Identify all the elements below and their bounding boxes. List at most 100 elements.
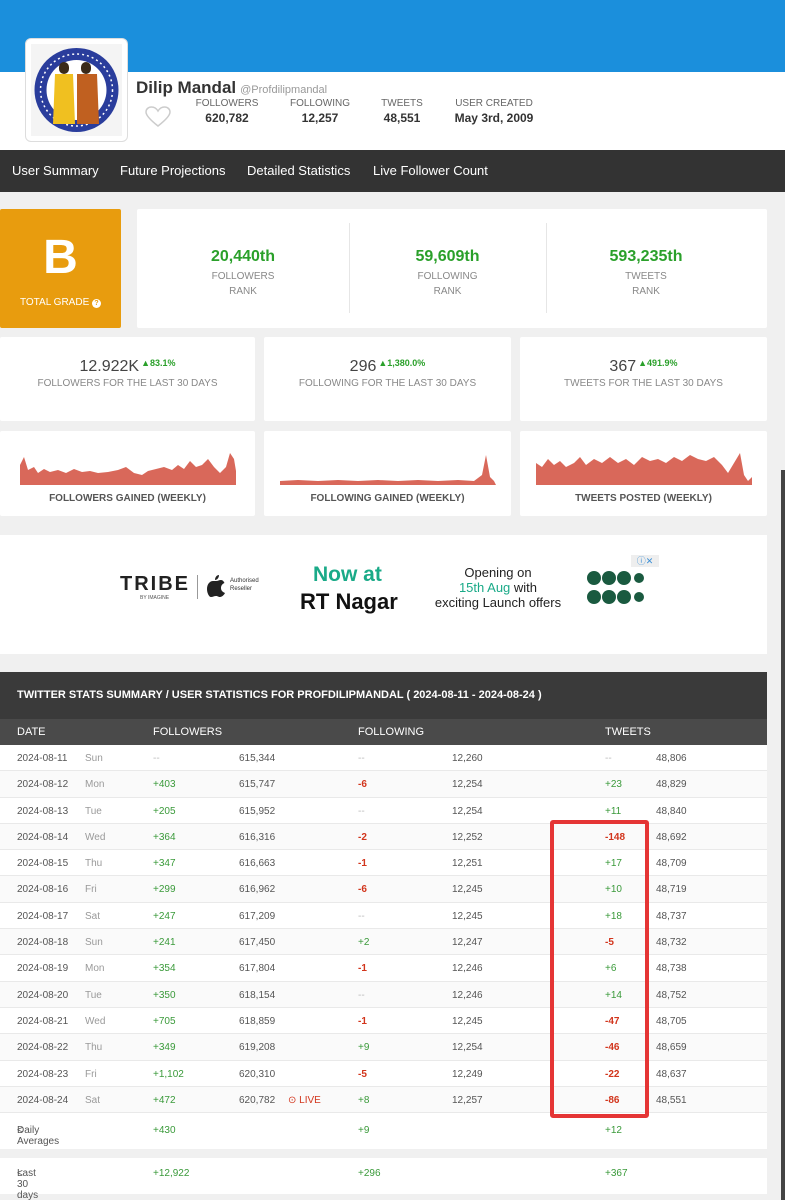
sparkline-label: FOLLOWING GAINED (WEEKLY) — [310, 493, 465, 504]
total-number: 367 — [609, 358, 637, 375]
cell-following-delta: -1 — [358, 963, 367, 975]
cell-followers-value: 615,952 — [239, 805, 276, 817]
live-label: LIVE — [299, 1094, 321, 1106]
stat-label: USER CREATED — [455, 98, 533, 109]
cell-followers-delta: +403 — [153, 779, 176, 791]
cell-tweets-value: 48,719 — [656, 884, 687, 896]
cell-day: Thu — [85, 1042, 103, 1054]
cell-following-delta: -1 — [358, 858, 367, 870]
cell-day: Fri — [85, 1068, 97, 1080]
ad-close-icon[interactable]: ⓘ✕ — [631, 555, 659, 567]
cell-date: 2024-08-23 — [17, 1068, 69, 1080]
cell-following-value: 12,246 — [452, 989, 483, 1001]
scrollbar[interactable] — [781, 470, 785, 1200]
stat-label: FOLLOWERS — [195, 98, 259, 109]
cell-followers-delta: +247 — [153, 910, 176, 922]
rank-label: TWEETS RANK — [546, 269, 746, 299]
ad-opening-with: with — [513, 580, 538, 595]
table-body: 2024-08-11 Sun -- 615,344 -- 12,260 -- 48,806 20… — [0, 745, 767, 1114]
cell-date: 2024-08-19 — [17, 963, 69, 975]
cell-tweets-value: 48,738 — [656, 963, 687, 975]
cell-followers-value: 619,208 — [239, 1042, 276, 1054]
cell-followers-value: 617,450 — [239, 937, 276, 949]
cell-day: Mon — [85, 963, 105, 975]
cell-date: 2024-08-24 — [17, 1094, 69, 1106]
rank-label-line1: FOLLOWING — [417, 271, 478, 282]
help-icon[interactable]: ? — [92, 299, 102, 308]
stat-tweets: TWEETS 48,551 — [375, 98, 429, 125]
cell-followers-delta: +241 — [153, 937, 176, 949]
heart-icon[interactable] — [145, 106, 171, 128]
followers-30d-card: 12.922K ▲83.1% FOLLOWERS FOR THE LAST 30 … — [0, 337, 255, 421]
daily-averages-row: Daily Averages < +430 +9 +12 — [0, 1113, 767, 1149]
advertisement-banner[interactable]: TRIBE BY IMAGINE Authorised Reseller Now … — [0, 535, 767, 654]
avatar — [25, 38, 128, 142]
avatar-image — [31, 44, 122, 136]
sparkline-chart — [19, 453, 236, 485]
cell-day: Sun — [85, 753, 103, 764]
total-pct: ▲1,380.0% — [378, 358, 426, 368]
cell-tweets-value: 48,752 — [656, 989, 687, 1001]
grade-label-text: TOTAL GRADE — [19, 297, 90, 308]
nav-future-projections[interactable]: Future Projections — [120, 163, 226, 178]
ad-opening-offers: exciting Launch offers — [434, 595, 562, 610]
total-number: 12.922K — [79, 358, 140, 375]
nav-user-summary[interactable]: User Summary — [12, 163, 99, 178]
table-header: DATE FOLLOWERS FOLLOWING TWEETS — [0, 719, 767, 745]
cell-followers-value: 620,782 — [239, 1094, 276, 1106]
table-row: 2024-08-11 Sun -- 615,344 -- 12,260 -- 48,806 — [0, 745, 767, 772]
stat-value: 12,257 — [301, 111, 339, 125]
cell-day: Mon — [85, 779, 105, 791]
live-badge[interactable]: ⊙ LIVE — [288, 1095, 321, 1106]
rank-label-line1: FOLLOWERS — [211, 271, 275, 282]
cell-following-delta: -6 — [358, 884, 367, 896]
cell-following-delta: +8 — [358, 1094, 370, 1106]
cell-followers-delta: +705 — [153, 1015, 176, 1027]
apple-logo-icon — [207, 575, 225, 597]
cell-following-delta: -- — [358, 989, 365, 1001]
cell-followers-delta: +347 — [153, 858, 176, 870]
table-row: 2024-08-21 Wed +705 618,859 -1 12,245 -47 48,70… — [0, 1008, 767, 1035]
total-label: FOLLOWING FOR THE LAST 30 DAYS — [298, 378, 477, 389]
total-pct: ▲491.9% — [638, 358, 678, 368]
cell-following-value: 12,252 — [452, 831, 483, 843]
followers-gained-sparkline: FOLLOWERS GAINED (WEEKLY) — [0, 431, 255, 516]
rank-label: FOLLOWING RANK — [349, 269, 546, 299]
cell-tweets-value: 48,637 — [656, 1068, 687, 1080]
cell-followers-value: 617,804 — [239, 963, 276, 975]
rank-followers: 20,440th FOLLOWERS RANK — [137, 209, 349, 328]
cell-date: 2024-08-17 — [17, 910, 69, 922]
total-grade-card: B TOTAL GRADE ? — [0, 209, 121, 328]
cell-followers-value: 615,344 — [239, 753, 276, 764]
cell-following-value: 12,246 — [452, 963, 483, 975]
cell-following-delta: +9 — [358, 1042, 370, 1054]
daily-following: +9 — [358, 1125, 370, 1136]
clock-icon: ⊙ — [288, 1094, 300, 1106]
cell-followers-value: 618,859 — [239, 1015, 276, 1027]
cell-date: 2024-08-12 — [17, 779, 69, 791]
total-value: 296 ▲1,380.0% — [264, 358, 511, 376]
stat-value: 620,782 — [205, 111, 249, 125]
cell-followers-delta: +1,102 — [153, 1068, 184, 1080]
nav-live-follower-count[interactable]: Live Follower Count — [373, 163, 488, 178]
cell-following-value: 12,245 — [452, 910, 483, 922]
table-row: 2024-08-14 Wed +364 616,316 -2 12,252 -148 48,6… — [0, 823, 767, 851]
nav-detailed-statistics[interactable]: Detailed Statistics — [247, 163, 350, 178]
cell-tweets-value: 48,659 — [656, 1042, 687, 1054]
ad-headline-1: Now at — [313, 563, 382, 586]
table-row: 2024-08-18 Sun +241 617,450 +2 12,247 -5 48,732 — [0, 929, 767, 956]
cell-following-delta: -5 — [358, 1068, 367, 1080]
cell-following-value: 12,254 — [452, 779, 483, 791]
stat-value: May 3rd, 2009 — [454, 111, 534, 125]
share-icon[interactable]: < — [17, 1168, 23, 1179]
last30-tweets: +367 — [605, 1168, 628, 1179]
last-30-days-row: Last 30 days < +12,922 +296 +367 — [0, 1158, 767, 1200]
cell-followers-value: 616,316 — [239, 831, 276, 843]
table-row: 2024-08-23 Fri +1,102 620,310 -5 12,249 -22 48,… — [0, 1061, 767, 1087]
cell-followers-delta: +349 — [153, 1042, 176, 1054]
share-icon[interactable]: < — [17, 1125, 23, 1136]
cell-followers-delta: +350 — [153, 989, 176, 1001]
total-value: 367 ▲491.9% — [520, 358, 767, 376]
cell-day: Sun — [85, 937, 103, 949]
cell-following-value: 12,260 — [452, 753, 483, 764]
